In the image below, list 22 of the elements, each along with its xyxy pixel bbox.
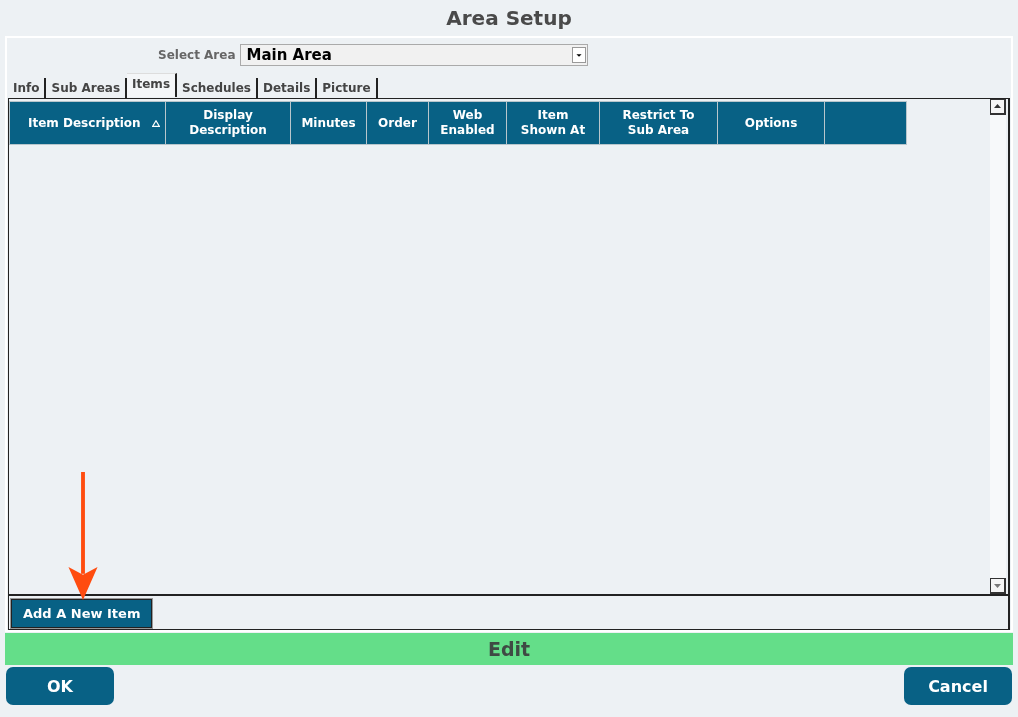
column-header[interactable]: Restrict To Sub Area: [600, 101, 718, 145]
column-header[interactable]: Order: [367, 101, 429, 145]
mode-bar: Edit: [5, 633, 1013, 665]
sort-ascending-icon: [152, 120, 160, 127]
column-header[interactable]: Item Shown At: [507, 101, 600, 145]
column-header[interactable]: Minutes: [291, 101, 367, 145]
window-title: Area Setup: [445, 5, 573, 32]
scroll-up-icon[interactable]: [990, 99, 1006, 115]
column-header[interactable]: Item Description: [9, 101, 166, 145]
scrollbar[interactable]: [990, 99, 1006, 594]
dialog-button[interactable]: OK: [6, 667, 114, 705]
column-header[interactable]: Web Enabled: [429, 101, 507, 145]
column-header[interactable]: Display Description: [166, 101, 291, 145]
dialog-button[interactable]: Cancel: [904, 667, 1012, 705]
scroll-down-icon[interactable]: [990, 578, 1006, 594]
tab[interactable]: Items: [127, 73, 178, 97]
add-item-button[interactable]: Add A New Item: [11, 599, 153, 628]
area-dropdown[interactable]: Main Area: [239, 44, 588, 66]
column-header[interactable]: Options: [718, 101, 825, 145]
column-header[interactable]: [825, 101, 907, 145]
field-label: Select Area: [158, 48, 236, 62]
dropdown-caret-icon[interactable]: [571, 47, 586, 63]
